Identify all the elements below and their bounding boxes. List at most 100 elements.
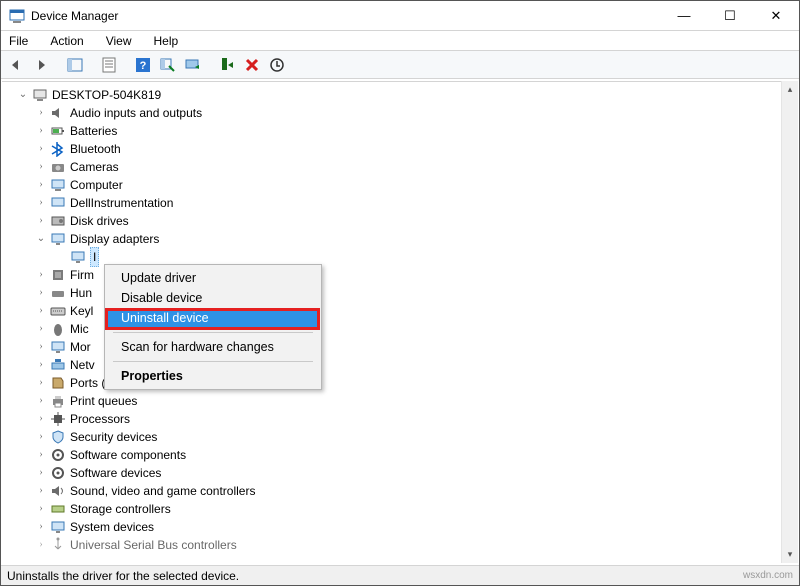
software-icon	[50, 447, 66, 463]
camera-icon	[50, 159, 66, 175]
tree-item[interactable]: ›Processors	[4, 410, 796, 428]
ctx-scan-hardware[interactable]: Scan for hardware changes	[107, 337, 319, 357]
expand-icon[interactable]: ›	[34, 410, 48, 428]
tree-item[interactable]: ›DellInstrumentation	[4, 194, 796, 212]
tree-item[interactable]: ›Print queues	[4, 392, 796, 410]
mouse-icon	[50, 321, 66, 337]
expand-icon[interactable]: ›	[34, 266, 48, 284]
collapse-icon[interactable]: ⌄	[34, 230, 48, 248]
minimize-button[interactable]: —	[661, 1, 707, 30]
expand-icon[interactable]: ›	[34, 320, 48, 338]
ctx-properties[interactable]: Properties	[107, 366, 319, 386]
expand-icon[interactable]: ›	[34, 302, 48, 320]
display-icon	[70, 249, 86, 265]
expand-icon[interactable]: ›	[34, 446, 48, 464]
expand-icon[interactable]: ›	[34, 392, 48, 410]
expand-icon[interactable]: ›	[34, 338, 48, 356]
tree-item[interactable]: ›System devices	[4, 518, 796, 536]
hid-icon	[50, 285, 66, 301]
update-driver-button[interactable]	[182, 54, 204, 76]
collapse-icon[interactable]: ⌄	[16, 86, 30, 104]
expand-icon[interactable]: ›	[34, 104, 48, 122]
expand-icon[interactable]: ›	[34, 374, 48, 392]
storage-icon	[50, 501, 66, 517]
monitor-icon	[50, 339, 66, 355]
tree-item[interactable]: ›Disk drives	[4, 212, 796, 230]
close-button[interactable]: ✕	[753, 1, 799, 30]
tree-item[interactable]: ›Batteries	[4, 122, 796, 140]
help-button[interactable]: ?	[132, 54, 154, 76]
context-menu: Update driver Disable device Uninstall d…	[104, 264, 322, 390]
ctx-separator	[113, 332, 313, 333]
tree-item[interactable]: ›Software components	[4, 446, 796, 464]
expand-icon[interactable]: ›	[34, 284, 48, 302]
ctx-update-driver[interactable]: Update driver	[107, 268, 319, 288]
network-icon	[50, 357, 66, 373]
tree-item[interactable]: ›Universal Serial Bus controllers	[4, 536, 796, 554]
bluetooth-icon	[50, 141, 66, 157]
security-icon	[50, 429, 66, 445]
maximize-button[interactable]: ☐	[707, 1, 753, 30]
expand-icon[interactable]: ›	[34, 500, 48, 518]
scroll-down-button[interactable]: ▾	[782, 546, 798, 563]
statusbar: Uninstalls the driver for the selected d…	[1, 565, 799, 585]
scan-hardware-button[interactable]	[157, 54, 179, 76]
tree-item[interactable]: ›Audio inputs and outputs	[4, 104, 796, 122]
ctx-disable-device[interactable]: Disable device	[107, 288, 319, 308]
processor-icon	[50, 411, 66, 427]
vertical-scrollbar[interactable]: ▴ ▾	[781, 81, 798, 563]
tree-root[interactable]: ⌄ DESKTOP-504K819	[4, 86, 796, 104]
expand-icon[interactable]: ›	[34, 194, 48, 212]
ctx-separator	[113, 361, 313, 362]
expand-icon[interactable]: ›	[34, 464, 48, 482]
disable-device-button[interactable]	[241, 54, 263, 76]
expand-icon[interactable]: ›	[34, 176, 48, 194]
expand-icon[interactable]: ›	[34, 428, 48, 446]
scroll-up-button[interactable]: ▴	[782, 81, 798, 98]
dell-icon	[50, 195, 66, 211]
expand-icon[interactable]: ›	[34, 212, 48, 230]
statusbar-text: Uninstalls the driver for the selected d…	[7, 569, 239, 583]
display-icon	[50, 231, 66, 247]
tree-item-display-adapters[interactable]: ⌄Display adapters	[4, 230, 796, 248]
sound-icon	[50, 483, 66, 499]
toolbar: ?	[1, 51, 799, 79]
ports-icon	[50, 375, 66, 391]
firmware-icon	[50, 267, 66, 283]
window-controls: — ☐ ✕	[661, 1, 799, 30]
window-title: Device Manager	[31, 9, 661, 23]
tree-item[interactable]: ›Computer	[4, 176, 796, 194]
enable-device-button[interactable]	[216, 54, 238, 76]
tree-item[interactable]: ›Cameras	[4, 158, 796, 176]
audio-icon	[50, 105, 66, 121]
expand-icon[interactable]: ›	[34, 122, 48, 140]
uninstall-device-button[interactable]	[266, 54, 288, 76]
tree-item[interactable]: ›Storage controllers	[4, 500, 796, 518]
menu-action[interactable]: Action	[46, 33, 87, 49]
watermark: wsxdn.com	[743, 570, 793, 581]
system-icon	[50, 519, 66, 535]
expand-icon[interactable]: ›	[34, 356, 48, 374]
app-icon	[9, 8, 25, 24]
back-button[interactable]	[5, 54, 27, 76]
menubar: File Action View Help	[1, 31, 799, 51]
ctx-uninstall-device[interactable]: Uninstall device	[107, 308, 319, 328]
show-hide-console-button[interactable]	[64, 54, 86, 76]
tree-item[interactable]: ›Bluetooth	[4, 140, 796, 158]
expand-icon[interactable]: ›	[34, 158, 48, 176]
properties-button[interactable]	[98, 54, 120, 76]
battery-icon	[50, 123, 66, 139]
tree-item[interactable]: ›Sound, video and game controllers	[4, 482, 796, 500]
expand-icon[interactable]: ›	[34, 518, 48, 536]
menu-file[interactable]: File	[5, 33, 32, 49]
expand-icon[interactable]: ›	[34, 482, 48, 500]
expand-icon[interactable]: ›	[34, 536, 48, 554]
menu-help[interactable]: Help	[150, 33, 183, 49]
forward-button[interactable]	[30, 54, 52, 76]
tree-item[interactable]: ›Software devices	[4, 464, 796, 482]
menu-view[interactable]: View	[102, 33, 136, 49]
expand-icon[interactable]: ›	[34, 140, 48, 158]
computer-icon	[50, 177, 66, 193]
tree-item[interactable]: ›Security devices	[4, 428, 796, 446]
computer-icon	[32, 87, 48, 103]
